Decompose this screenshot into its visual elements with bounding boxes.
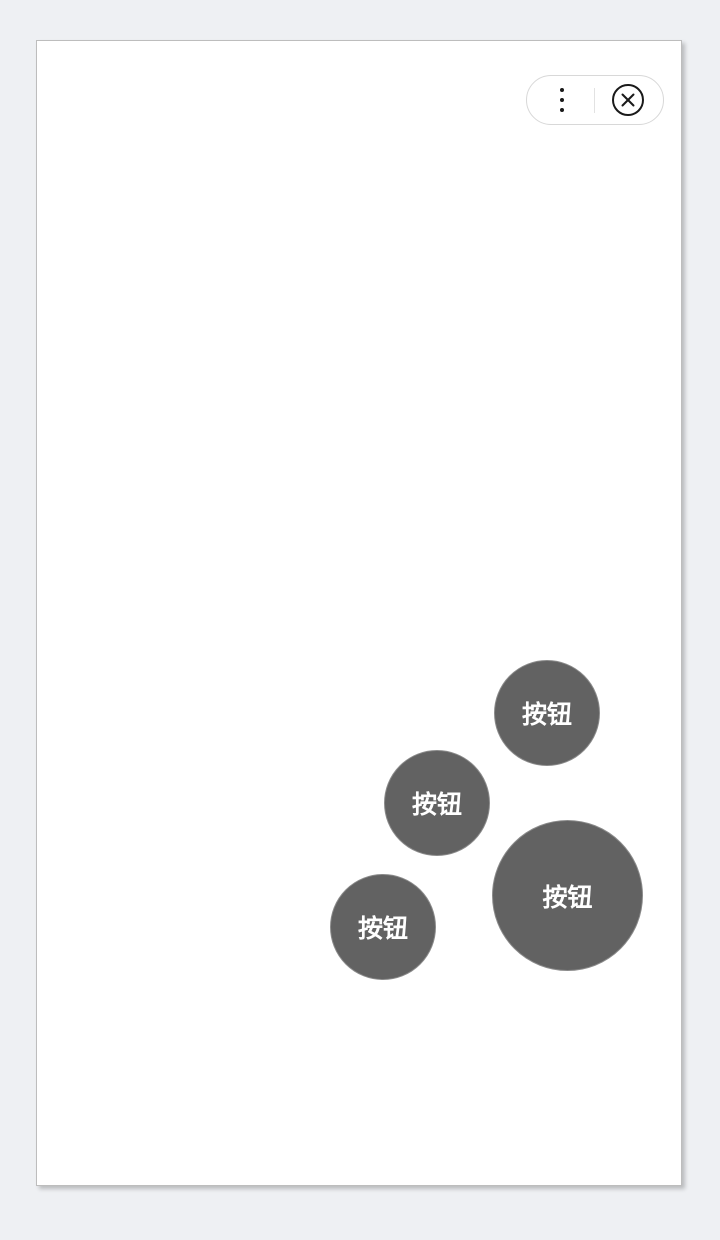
floating-button[interactable]: 按钮 [492,820,643,971]
capsule-divider [594,88,595,113]
more-dot [560,108,564,112]
floating-button[interactable]: 按钮 [494,660,600,766]
close-circle-icon [612,84,644,116]
mini-program-page: 按钮 按钮 按钮 按钮 [36,40,682,1186]
more-dot [560,98,564,102]
more-dot [560,88,564,92]
more-button[interactable] [527,76,593,124]
close-button[interactable] [612,84,644,116]
capsule-menu [526,75,664,125]
floating-button[interactable]: 按钮 [384,750,490,856]
floating-button[interactable]: 按钮 [330,874,436,980]
